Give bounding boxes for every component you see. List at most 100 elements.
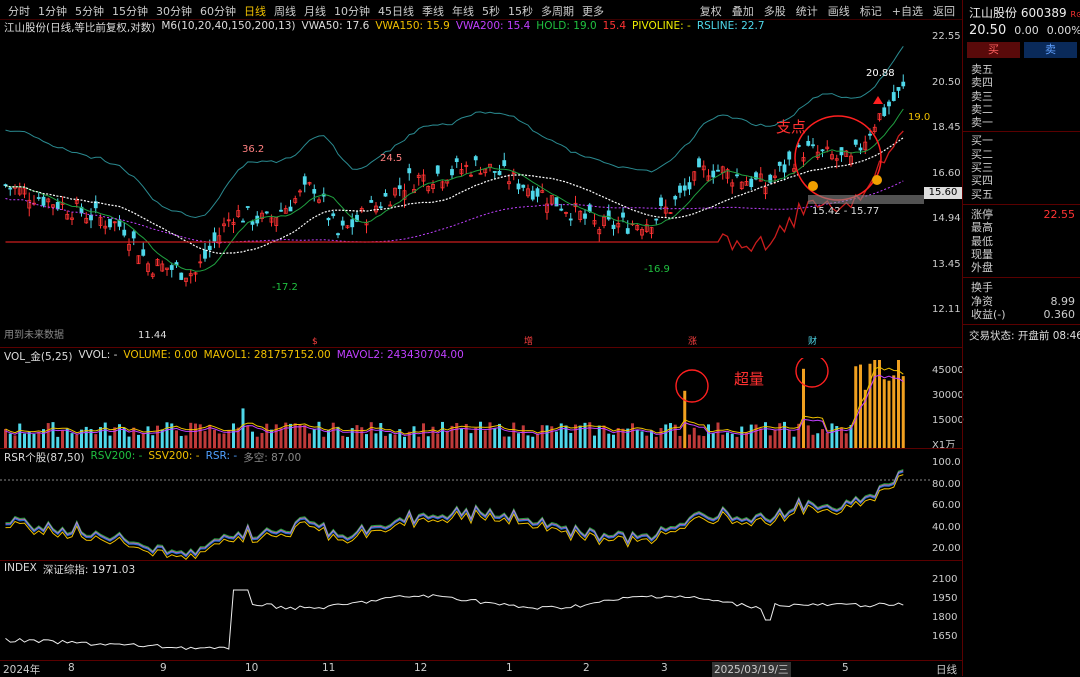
tool-button-2[interactable]: 多股 [759,3,791,19]
date-label: 11 [322,662,336,674]
tool-button-5[interactable]: 标记 [855,3,887,19]
candle-body [811,144,815,147]
volume-bar [379,423,383,448]
volume-bar [322,436,326,448]
candle-body [687,182,692,190]
candle-body [568,218,573,221]
period-tab-7[interactable]: 周线 [270,3,300,19]
current-label: 19.0 [908,112,930,123]
candlestick-chart[interactable]: 36.2 24.5 11.44 -17.2 -16.9 20.88 15.42 - 15.7… [0,28,932,348]
volume-bar [227,430,231,448]
candle-body [497,170,502,176]
marker-dot [808,181,818,191]
volume-bar [521,425,525,448]
tool-button-4[interactable]: 画线 [823,3,855,19]
period-tab-2[interactable]: 5分钟 [71,3,108,19]
stat-row: 现量 [963,248,1080,261]
period-tab-1[interactable]: 1分钟 [34,3,71,19]
stat2-value: 0.360 [1043,308,1076,322]
candle-body [312,189,317,194]
rsraxis-tick: 60.00 [932,500,961,511]
up-arrow-icon [873,96,883,104]
period-tab-9[interactable]: 10分钟 [330,3,374,19]
stat-row: 最高 [963,221,1080,234]
candle-body [36,197,41,199]
buy-button[interactable]: 买 [967,42,1020,58]
period-tab-12[interactable]: 年线 [448,3,478,19]
volume-bar [873,360,877,448]
volume-bar [460,428,463,448]
period-tab-4[interactable]: 30分钟 [152,3,196,19]
volume-bar [331,422,335,448]
bid-row: 买五 [963,188,1080,201]
volume-bar [450,425,454,448]
period-toolbar: 分时 1分钟 5分钟 15分钟 30分钟 60分钟 日线 周线 月线 10分钟 45日线 季线 年线 5秒… [0,0,962,20]
ask-list: 卖五 卖四 卖三 卖二 卖一 [963,63,1080,129]
stat2-row: 净资 8.99 [963,295,1080,308]
period-tab-3[interactable]: 15分钟 [108,3,152,19]
volume-bar [726,432,729,448]
candle-body [583,213,587,219]
event-mark: $ [312,337,318,347]
candle-body [131,231,136,239]
volume-bar [89,429,93,448]
volume-bar [555,431,558,448]
volume-bar [479,421,482,448]
volume-bar [122,427,126,448]
sell-button[interactable]: 卖 [1024,42,1077,58]
period-tab-0[interactable]: 分时 [4,3,34,19]
volume-bar [464,424,468,448]
volume-bar [298,424,302,448]
period-tab-10[interactable]: 45日线 [374,3,418,19]
period-tab-15[interactable]: 多周期 [537,3,578,19]
volume-bar [669,423,672,448]
volume-chart[interactable]: 超量 [0,358,932,448]
stat-label: 涨停 [971,207,993,221]
candle-body [288,206,293,212]
candle-body [388,204,393,207]
volume-bar [702,436,706,448]
volume-bar [730,433,734,448]
period-tab-13[interactable]: 5秒 [478,3,504,19]
candle-body [896,87,901,91]
volume-bar [108,435,112,448]
period-tab-11[interactable]: 季线 [418,3,448,19]
rsr-chart[interactable] [0,460,932,560]
priceaxis-tick: 14.94 [932,213,961,224]
stat2-label: 净资 [971,294,993,308]
candle-body [407,168,412,174]
candle-body [207,245,212,251]
volume-bar [735,436,739,448]
volume-bar [70,433,74,448]
volume-bar [384,435,387,448]
period-tab-6[interactable]: 日线 [240,3,270,19]
volume-bar [631,423,634,448]
ma-line-purple [5,180,904,244]
period-label[interactable]: 日线 [936,662,957,677]
tool-button-1[interactable]: 叠加 [727,3,759,19]
volume-bar [146,426,150,448]
candle-body [454,158,459,163]
tool-button-7[interactable]: 返回 [928,3,960,19]
volume-bar [740,426,744,448]
period-tab-16[interactable]: 更多 [578,3,608,19]
period-tab-5[interactable]: 60分钟 [196,3,240,19]
index-chart[interactable] [0,570,932,660]
period-tab-8[interactable]: 月线 [300,3,330,19]
volume-bar [545,425,549,448]
volume-bar [882,379,886,448]
tool-button-6[interactable]: +自选 [887,3,928,19]
candle-body [212,232,217,242]
candle-body [302,176,307,185]
volume-bar [312,429,316,448]
period-tab-14[interactable]: 15秒 [504,3,537,19]
volume-bar [612,434,615,448]
volume-bar [255,436,259,448]
volume-bar [502,436,506,448]
candle-body [796,144,801,147]
mavol1-line [5,366,904,435]
candle-body [535,188,540,197]
tool-button-0[interactable]: 复权 [695,3,727,19]
date-label: 2025/03/19/三 [712,662,791,677]
tool-button-3[interactable]: 统计 [791,3,823,19]
